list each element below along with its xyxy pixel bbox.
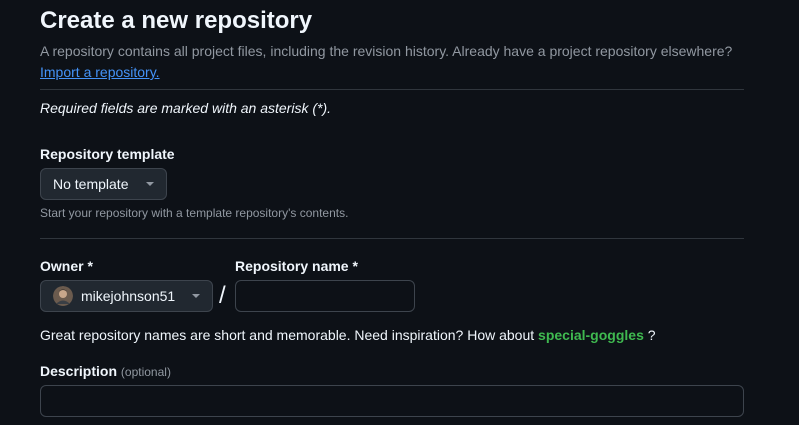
suggested-name-link[interactable]: special-goggles	[538, 327, 644, 343]
subtitle-text: A repository contains all project files,…	[40, 43, 733, 59]
user-avatar	[53, 286, 73, 306]
divider	[40, 89, 744, 90]
template-label: Repository template	[40, 146, 175, 162]
triangle-down-icon	[192, 294, 200, 298]
owner-select-button[interactable]: mikejohnson51	[40, 280, 213, 312]
description-label: Description (optional)	[40, 363, 171, 379]
template-hint: Start your repository with a template re…	[40, 206, 349, 220]
page-subtitle: A repository contains all project files,…	[40, 41, 740, 83]
name-inspiration: Great repository names are short and mem…	[40, 327, 656, 343]
description-label-text: Description	[40, 363, 118, 379]
owner-repo-separator: /	[219, 282, 226, 309]
owner-label: Owner *	[40, 258, 93, 274]
template-selected-value: No template	[53, 176, 129, 192]
repository-name-input[interactable]	[235, 280, 415, 312]
new-repository-page: Create a new repository A repository con…	[0, 0, 799, 425]
repository-name-label: Repository name *	[235, 258, 358, 274]
divider	[40, 238, 744, 239]
page-title: Create a new repository	[40, 7, 313, 34]
inspiration-text: Great repository names are short and mem…	[40, 327, 535, 343]
import-repository-link[interactable]: Import a repository.	[40, 64, 160, 80]
inspiration-suffix: ?	[647, 327, 656, 343]
template-select-button[interactable]: No template	[40, 168, 167, 200]
required-fields-note: Required fields are marked with an aster…	[40, 100, 332, 116]
description-optional-tag: (optional)	[120, 365, 171, 379]
triangle-down-icon	[146, 182, 154, 186]
owner-selected-value: mikejohnson51	[81, 288, 176, 304]
description-input[interactable]	[40, 385, 744, 417]
